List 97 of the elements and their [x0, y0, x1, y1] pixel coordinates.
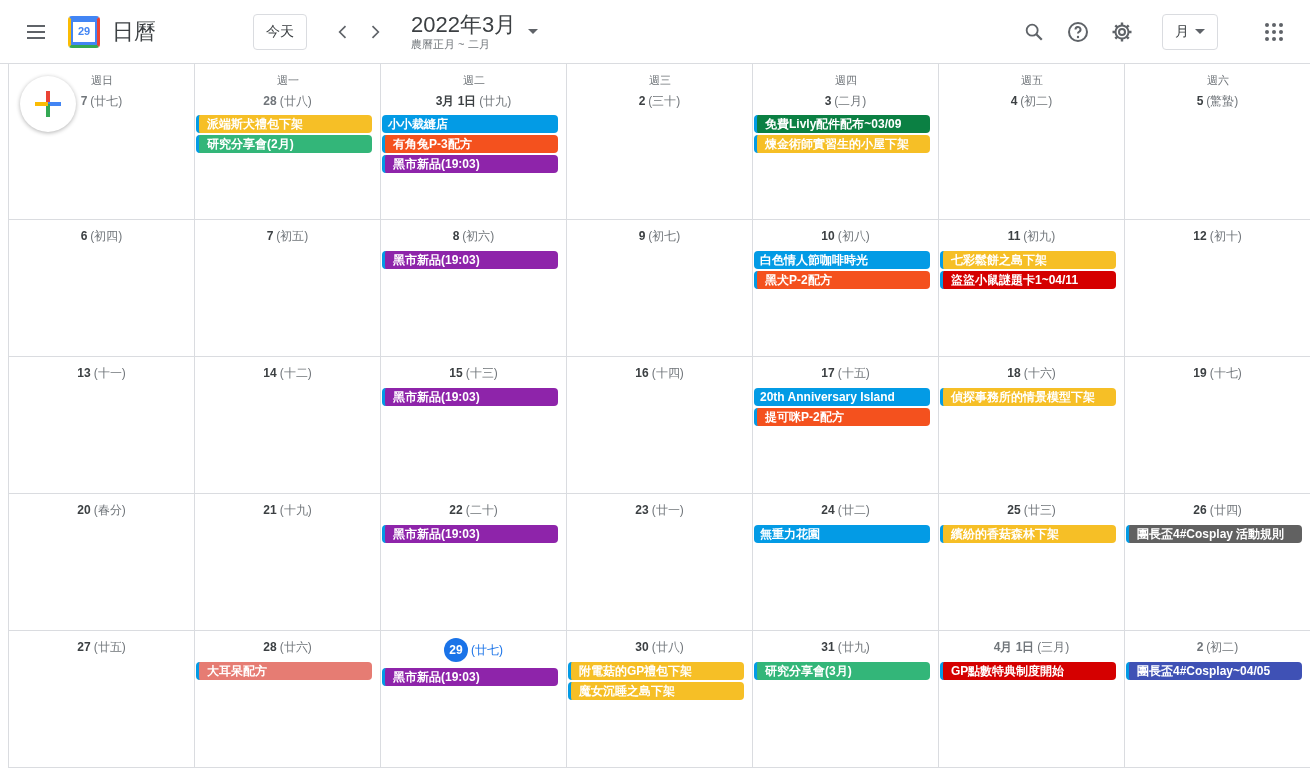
- date-number[interactable]: 10: [821, 227, 835, 245]
- lunar-date: (廿一): [651, 502, 684, 519]
- lunar-date: (廿六): [279, 639, 312, 656]
- date-number[interactable]: 28: [263, 91, 277, 110]
- caret-icon: [1195, 29, 1205, 34]
- date-number[interactable]: 9: [638, 227, 646, 245]
- lunar-date: (廿八): [651, 639, 684, 656]
- date-number[interactable]: 2: [1196, 638, 1204, 656]
- date-number[interactable]: 13: [77, 364, 91, 382]
- date-number[interactable]: 31: [821, 638, 835, 656]
- today-button[interactable]: 今天: [253, 13, 307, 50]
- lunar-date: (初八): [837, 228, 870, 245]
- lunar-date: (十七): [1209, 365, 1242, 382]
- lunar-date: (廿七): [90, 92, 123, 110]
- lunar-date: (廿四): [1209, 502, 1242, 519]
- lunar-date: (十六): [1023, 365, 1056, 382]
- event-chip[interactable]: 黑市新品(19:03): [382, 525, 558, 543]
- date-number[interactable]: 7: [80, 91, 88, 110]
- lunar-date: (春分): [93, 502, 126, 519]
- lunar-date: (三十): [648, 92, 681, 110]
- date-number[interactable]: 29: [444, 638, 468, 662]
- plus-icon: [35, 91, 61, 117]
- weekday-label: 週四: [834, 73, 857, 88]
- lunar-date: (驚蟄): [1206, 92, 1239, 110]
- lunar-date: (二月): [834, 92, 867, 110]
- date-number[interactable]: 3: [824, 91, 832, 110]
- month-title: 2022年3月: [411, 10, 517, 39]
- lunar-date: (廿五): [93, 639, 126, 656]
- date-number[interactable]: 18: [1007, 364, 1021, 382]
- lunar-date: (初四): [90, 228, 123, 245]
- date-number[interactable]: 4月 1日: [993, 638, 1035, 656]
- date-number[interactable]: 12: [1193, 227, 1207, 245]
- date-number[interactable]: 15: [449, 364, 463, 382]
- lunar-date: (十四): [651, 365, 684, 382]
- event-chip[interactable]: 黑市新品(19:03): [382, 668, 558, 686]
- date-number[interactable]: 23: [635, 501, 649, 519]
- weekday-label: 週三: [648, 73, 671, 88]
- date-number[interactable]: 22: [449, 501, 463, 519]
- date-number[interactable]: 27: [77, 638, 91, 656]
- date-number[interactable]: 28: [263, 638, 277, 656]
- lunar-date: (廿九): [479, 92, 512, 110]
- event-chip[interactable]: 團長盃4#Cosplay 活動規則: [1126, 525, 1302, 543]
- weekday-label: 週一: [276, 73, 299, 88]
- lunar-date: (廿九): [837, 639, 870, 656]
- date-number[interactable]: 7: [266, 227, 274, 245]
- date-number[interactable]: 14: [263, 364, 277, 382]
- lunar-date: (廿三): [1023, 502, 1056, 519]
- lunar-date: (十二): [279, 365, 312, 382]
- date-number[interactable]: 8: [452, 227, 460, 245]
- date-number[interactable]: 11: [1007, 227, 1021, 245]
- date-number[interactable]: 3月 1日: [435, 91, 477, 110]
- lunar-date: (初五): [276, 228, 309, 245]
- weekday-label: 週五: [1020, 73, 1043, 88]
- lunar-date: (廿八): [279, 92, 312, 110]
- date-number[interactable]: 4: [1010, 91, 1018, 110]
- date-number[interactable]: 30: [635, 638, 649, 656]
- weekday-label: 週六: [1206, 73, 1229, 88]
- event-chip[interactable]: 黑市新品(19:03): [382, 388, 558, 406]
- date-number[interactable]: 21: [263, 501, 277, 519]
- event-chip[interactable]: 團長盃4#Cosplay~04/05: [1126, 662, 1302, 680]
- lunar-date: (初十): [1209, 228, 1242, 245]
- app-name: 日曆: [112, 18, 156, 46]
- date-number[interactable]: 17: [821, 364, 835, 382]
- date-number[interactable]: 16: [635, 364, 649, 382]
- lunar-date: (三月): [1037, 639, 1070, 656]
- date-number[interactable]: 26: [1193, 501, 1207, 519]
- lunar-date: (廿二): [837, 502, 870, 519]
- date-number[interactable]: 24: [821, 501, 835, 519]
- lunar-date: (十三): [465, 365, 498, 382]
- date-number[interactable]: 25: [1007, 501, 1021, 519]
- event-chip[interactable]: GP點數特典制度開始: [940, 662, 1116, 680]
- event-chip[interactable]: 黑市新品(19:03): [382, 251, 558, 269]
- weekday-label: 週二: [462, 73, 485, 88]
- lunar-date: (初九): [1023, 228, 1056, 245]
- calendar-logo: 29: [68, 15, 100, 48]
- lunar-date: (初六): [462, 228, 495, 245]
- lunar-date: (十一): [93, 365, 126, 382]
- lunar-date: (二十): [465, 502, 498, 519]
- lunar-date: (初二): [1206, 639, 1239, 656]
- lunar-date: (初二): [1020, 92, 1053, 110]
- lunar-date: (初七): [648, 228, 681, 245]
- event-chip[interactable]: 黑市新品(19:03): [382, 154, 558, 173]
- event-chip[interactable]: 盜盜小鼠謎題卡1~04/11: [940, 271, 1116, 289]
- lunar-date: (十五): [837, 365, 870, 382]
- date-number[interactable]: 2: [638, 91, 646, 110]
- lunar-date: (廿七): [471, 642, 503, 659]
- event-chip[interactable]: 免費Livly配件配布~03/09: [754, 114, 930, 133]
- date-number[interactable]: 5: [1196, 91, 1204, 110]
- lunar-range: 農曆正月 ~ 二月: [411, 38, 491, 53]
- date-number[interactable]: 20: [77, 501, 91, 519]
- lunar-date: (十九): [279, 502, 312, 519]
- caret-icon[interactable]: [528, 29, 539, 34]
- create-button[interactable]: [20, 76, 76, 132]
- weekday-label: 週日: [90, 73, 113, 88]
- view-dropdown[interactable]: 月: [1162, 13, 1218, 50]
- date-number[interactable]: 6: [80, 227, 88, 245]
- date-number[interactable]: 19: [1193, 364, 1207, 382]
